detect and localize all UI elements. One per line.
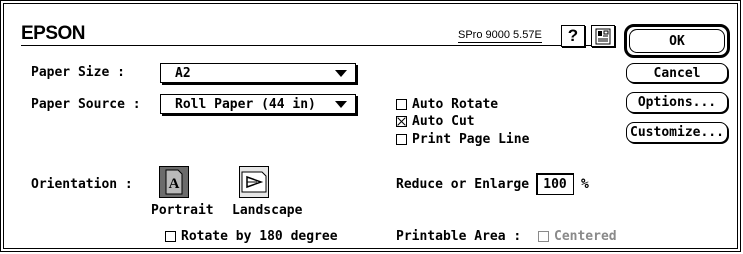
question-mark-icon: ? — [567, 26, 579, 45]
portrait-option[interactable]: A — [159, 166, 189, 198]
paper-source-label: Paper Source : — [31, 97, 141, 112]
landscape-label: Landscape — [232, 203, 303, 218]
auto-rotate-label: Auto Rotate — [412, 97, 499, 112]
portrait-icon: A — [165, 169, 183, 195]
help-button[interactable]: ? — [561, 25, 585, 47]
checkbox-checked-icon — [396, 116, 407, 127]
checkbox-icon — [165, 231, 176, 242]
portrait-label: Portrait — [151, 203, 214, 218]
cancel-button[interactable]: Cancel — [626, 63, 728, 83]
header-divider — [21, 45, 601, 46]
chevron-down-icon — [335, 101, 347, 108]
paper-size-select[interactable]: A2 — [160, 63, 356, 83]
ok-button-frame: OK — [624, 24, 730, 58]
chevron-down-icon — [335, 70, 347, 77]
driver-version: SPro 9000 5.57E — [458, 29, 542, 43]
auto-cut-checkbox[interactable]: Auto Cut — [396, 114, 475, 129]
auto-rotate-checkbox[interactable]: Auto Rotate — [396, 97, 498, 112]
svg-text:A: A — [169, 176, 180, 192]
rotate-180-checkbox[interactable]: Rotate by 180 degree — [165, 229, 338, 244]
ok-button[interactable]: OK — [629, 29, 725, 53]
paper-size-value: A2 — [175, 65, 191, 81]
checkbox-icon — [396, 134, 407, 145]
percent-unit: % — [581, 177, 589, 192]
landscape-icon — [241, 171, 267, 193]
paper-source-select[interactable]: Roll Paper (44 in) — [160, 94, 356, 114]
paper-source-value: Roll Paper (44 in) — [175, 96, 316, 112]
utility-button[interactable] — [591, 25, 615, 47]
rotate-180-label: Rotate by 180 degree — [181, 229, 338, 244]
landscape-option[interactable] — [239, 166, 269, 198]
options-button[interactable]: Options... — [626, 92, 728, 113]
checkbox-icon — [396, 99, 407, 110]
customize-button[interactable]: Customize... — [626, 122, 728, 143]
reduce-enlarge-label: Reduce or Enlarge — [396, 177, 530, 192]
auto-cut-label: Auto Cut — [412, 114, 475, 129]
printer-utility-icon — [595, 28, 611, 44]
orientation-label: Orientation : — [31, 177, 133, 192]
centered-label: Centered — [554, 229, 617, 244]
print-page-line-label: Print Page Line — [412, 132, 530, 147]
paper-size-label: Paper Size : — [31, 65, 125, 80]
checkbox-icon — [538, 231, 549, 242]
page-setup-dialog: EPSON SPro 9000 5.57E ? OK Cancel Option… — [0, 0, 741, 252]
centered-checkbox[interactable]: Centered — [538, 229, 617, 244]
brand-logo: EPSON — [21, 23, 86, 44]
reduce-enlarge-input[interactable]: 100 — [536, 173, 574, 195]
printable-area-label: Printable Area : — [396, 229, 522, 244]
print-page-line-checkbox[interactable]: Print Page Line — [396, 132, 529, 147]
